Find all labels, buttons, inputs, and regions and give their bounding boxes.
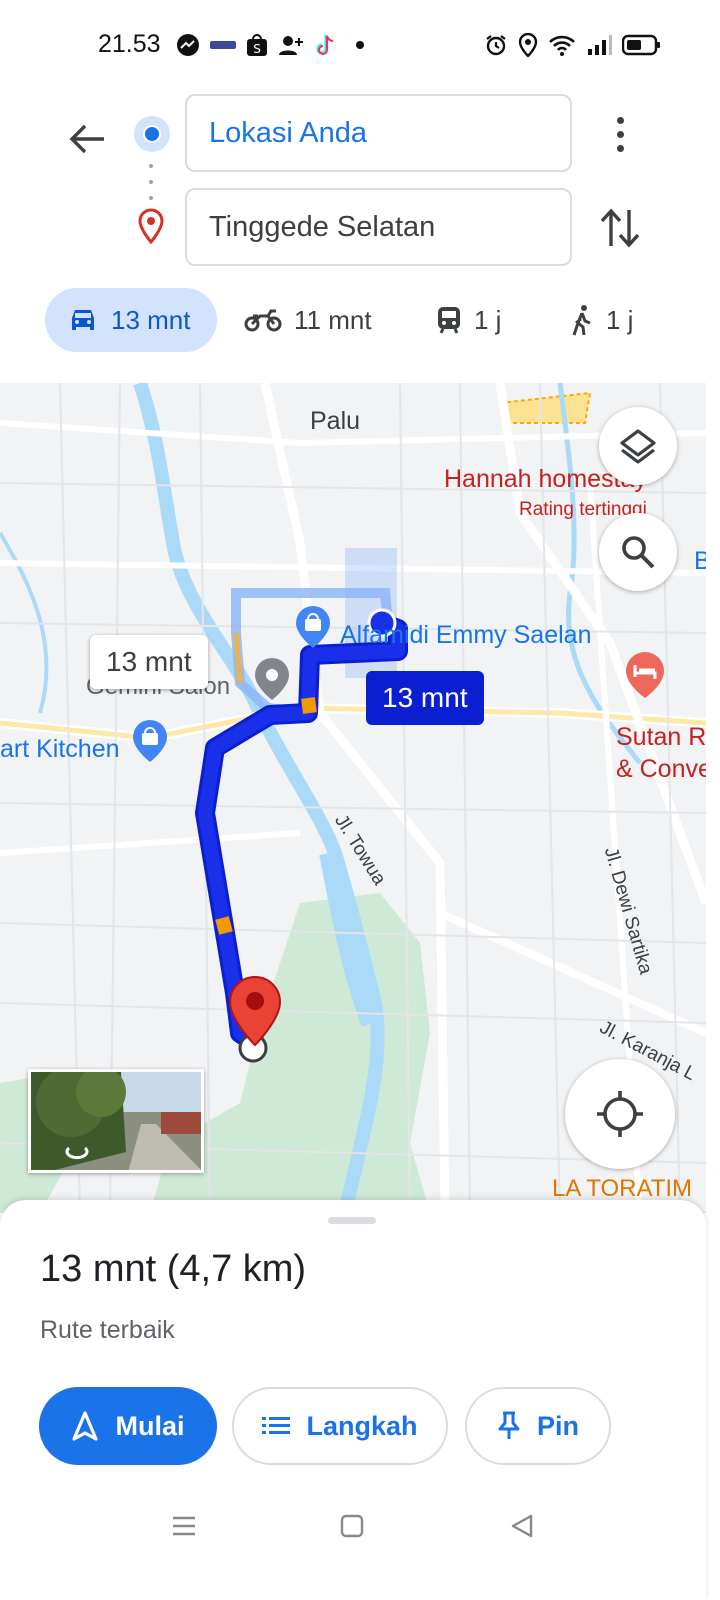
layers-icon <box>620 429 656 464</box>
route-bottom-sheet[interactable]: 13 mnt (4,7 km) Rute terbaik Mulai Langk… <box>0 1200 706 1600</box>
back-arrow-icon <box>69 124 104 154</box>
map-label-hotel-right-2[interactable]: & Conve <box>616 755 706 784</box>
system-icons <box>484 30 662 60</box>
map-label-hotel-right-1[interactable]: Sutan R <box>616 723 706 752</box>
tab-transit[interactable]: 1 j <box>436 288 501 352</box>
search-icon <box>622 536 655 569</box>
destination-pin-icon <box>138 208 164 244</box>
nav-back-button[interactable] <box>504 1508 540 1544</box>
signal-icon <box>588 35 612 55</box>
nav-home-button[interactable] <box>334 1508 370 1544</box>
map-label-shop[interactable]: Alfamidi Emmy Saelan <box>340 621 591 650</box>
transit-icon <box>438 307 460 334</box>
motorcycle-icon <box>244 309 282 332</box>
hotel-pin-icon[interactable] <box>624 651 666 699</box>
tab-car-label: 13 mnt <box>111 304 191 335</box>
tab-motorcycle-label: 11 mnt <box>294 304 372 335</box>
layers-button[interactable] <box>599 407 677 485</box>
street-view-photo <box>31 1072 201 1170</box>
wifi-icon <box>549 35 575 56</box>
nav-menu-button[interactable] <box>166 1508 202 1544</box>
map-label-edge: B <box>694 547 706 575</box>
map-label-kitchen[interactable]: art Kitchen <box>0 735 120 764</box>
sheet-drag-handle[interactable] <box>328 1217 376 1224</box>
place-pin-icon[interactable] <box>253 657 291 701</box>
tab-motorcycle[interactable]: 11 mnt <box>244 288 372 352</box>
map-search-button[interactable] <box>599 513 677 591</box>
messenger-icon <box>177 34 199 56</box>
steps-button-label: Langkah <box>306 1410 418 1441</box>
home-square-icon <box>340 1514 364 1538</box>
eta-bubble-alternative[interactable]: 13 mnt <box>90 635 208 689</box>
add-contact-icon <box>279 36 303 55</box>
walk-icon <box>572 305 591 336</box>
tab-walk[interactable]: 1 j <box>570 288 633 352</box>
route-connector <box>148 164 154 200</box>
battery-icon <box>622 34 660 56</box>
destination-marker-icon[interactable] <box>228 975 282 1047</box>
shopping-pin-icon[interactable] <box>131 719 169 763</box>
status-time: 21.53 <box>98 30 161 58</box>
system-nav-bar <box>0 1490 706 1560</box>
destination-field[interactable]: Tinggede Selatan <box>185 188 572 266</box>
swap-direction-icon[interactable] <box>598 204 642 252</box>
car-icon <box>72 310 94 330</box>
map-view[interactable]: Palu Hannah homestay Rating tertinggi Su… <box>0 383 706 1213</box>
tab-car[interactable]: 13 mnt <box>45 288 217 352</box>
route-subtitle: Rute terbaik <box>40 1316 175 1344</box>
street-view-thumbnail[interactable] <box>28 1069 204 1173</box>
directions-header: Lokasi Anda Tinggede Selatan 13 mnt 11 m… <box>0 90 720 380</box>
crosshair-icon <box>597 1091 643 1137</box>
svg-text:S: S <box>253 42 261 56</box>
map-label-city: Palu <box>310 407 361 435</box>
my-location-button[interactable] <box>565 1059 675 1169</box>
list-icon <box>262 1417 291 1434</box>
more-options-button[interactable] <box>596 110 644 158</box>
tab-transit-label: 1 j <box>474 304 502 335</box>
route-summary: 13 mnt (4,7 km) <box>40 1248 307 1290</box>
menu-icon <box>173 1516 195 1536</box>
steps-button[interactable]: Langkah <box>232 1387 448 1465</box>
location-icon <box>518 33 538 57</box>
eta-bubble-main[interactable]: 13 mnt <box>366 671 484 725</box>
tiktok-icon <box>316 35 334 55</box>
app-icon <box>210 41 236 49</box>
pin-button[interactable]: Pin <box>465 1387 611 1465</box>
start-button[interactable]: Mulai <box>39 1387 217 1465</box>
start-button-label: Mulai <box>115 1410 185 1441</box>
shopee-icon: S <box>247 34 267 56</box>
back-triangle-icon <box>511 1514 533 1538</box>
alarm-icon <box>486 35 506 56</box>
status-bar: 21.53 S <box>0 0 720 90</box>
more-notifications-icon <box>356 41 364 49</box>
shopping-pin-icon[interactable] <box>294 605 332 649</box>
origin-field[interactable]: Lokasi Anda <box>185 94 572 172</box>
pushpin-icon <box>498 1411 520 1439</box>
travel-mode-tabs: 13 mnt 11 mnt 1 j 1 j <box>0 288 720 354</box>
tab-walk-label: 1 j <box>606 304 634 335</box>
back-button[interactable] <box>62 114 112 164</box>
pin-button-label: Pin <box>536 1410 579 1441</box>
origin-marker-icon <box>134 116 170 152</box>
map-label-toratima[interactable]: LA TORATIM <box>552 1175 692 1203</box>
notification-icons: S <box>176 30 368 60</box>
navigation-arrow-icon <box>72 1411 99 1441</box>
